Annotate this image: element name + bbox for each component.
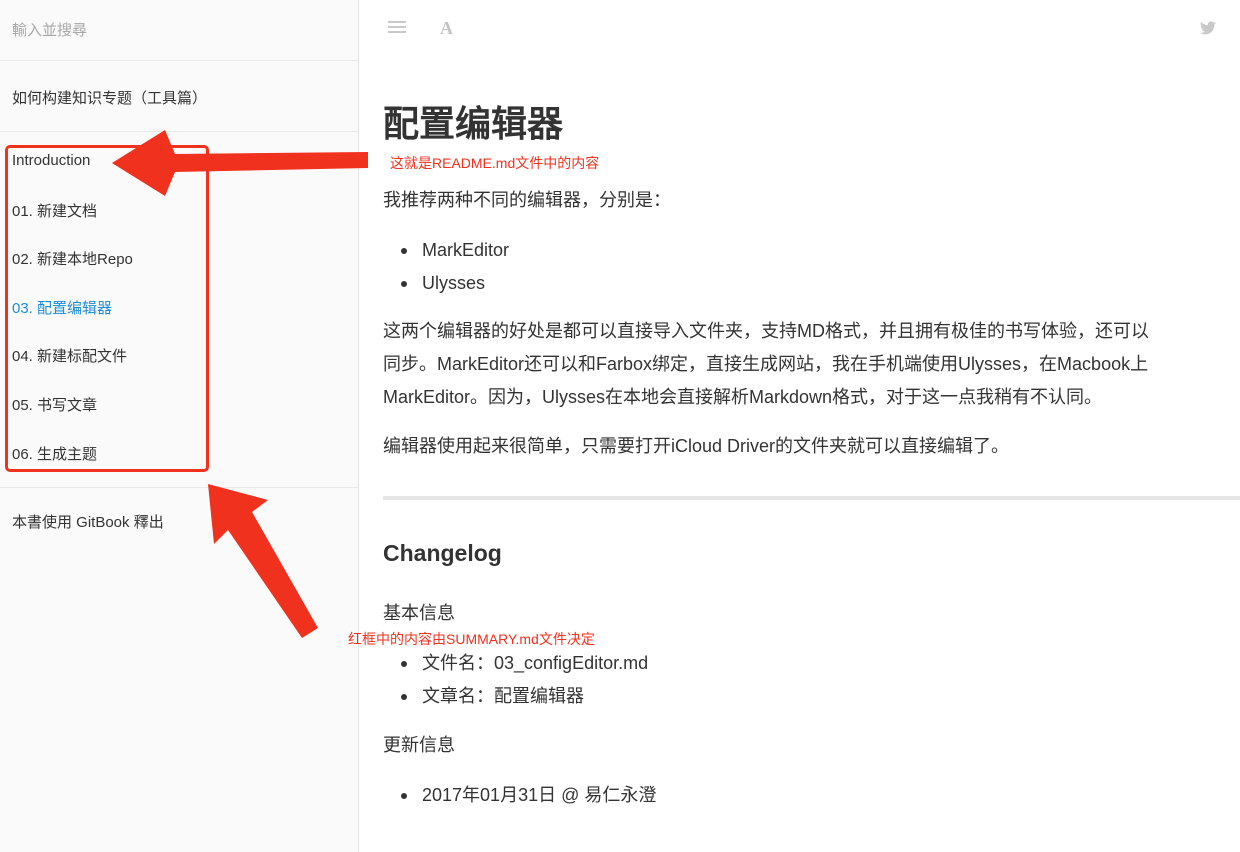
summary-arrow-icon — [208, 484, 318, 638]
summary-annotation: 红框中的内容由SUMMARY.md文件决定 — [348, 631, 595, 647]
readme-arrow-icon — [112, 130, 368, 196]
annotation-arrows — [112, 130, 368, 638]
readme-annotation: 这就是README.md文件中的内容 — [390, 155, 600, 171]
